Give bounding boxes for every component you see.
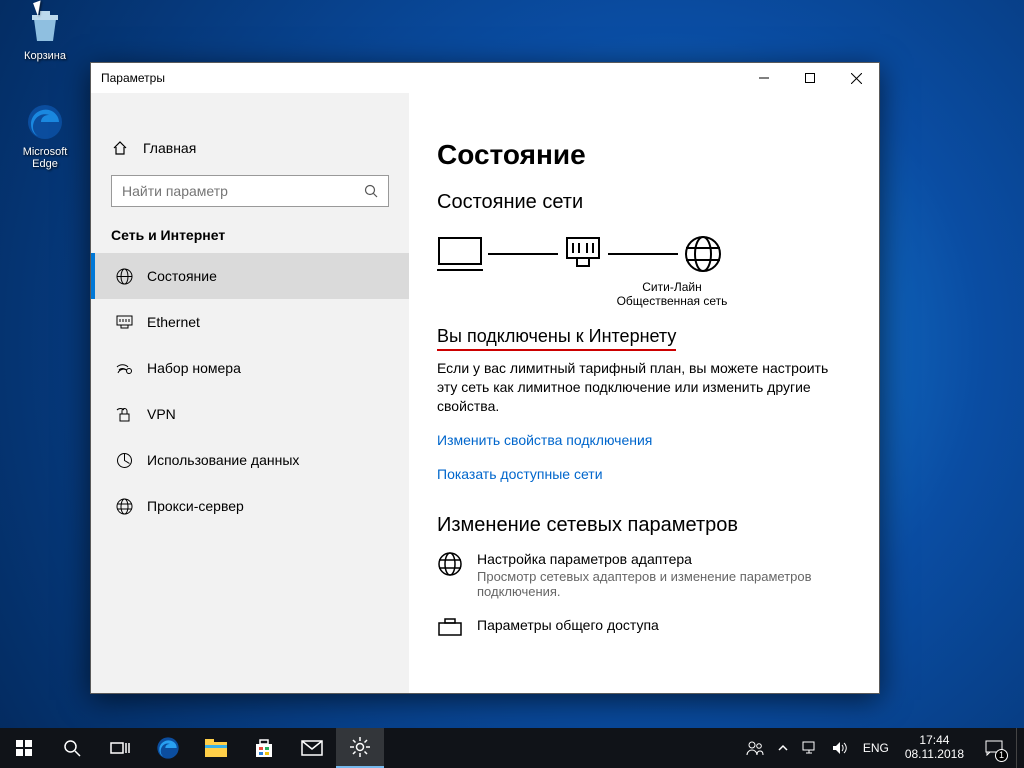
- tray-network-icon[interactable]: [796, 728, 824, 768]
- option-adapter-settings[interactable]: Настройка параметров адаптера Просмотр с…: [437, 551, 851, 599]
- tray-action-center[interactable]: 1: [974, 728, 1014, 768]
- desktop-icon-edge[interactable]: Microsoft Edge: [10, 102, 80, 170]
- option-title: Параметры общего доступа: [477, 617, 659, 633]
- nav-item-label: Состояние: [147, 268, 217, 284]
- task-view-button[interactable]: [96, 728, 144, 768]
- home-icon: [111, 139, 129, 157]
- section-heading: Состояние сети: [437, 191, 851, 214]
- edge-icon: [25, 102, 65, 142]
- dialup-icon: [115, 359, 133, 377]
- nav-vpn[interactable]: VPN: [91, 391, 409, 437]
- nav-proxy[interactable]: Прокси-сервер: [91, 483, 409, 529]
- notification-badge: 1: [995, 749, 1008, 762]
- tray-volume-icon[interactable]: [826, 728, 855, 768]
- section-heading-change-params: Изменение сетевых параметров: [437, 514, 851, 537]
- window-title: Параметры: [101, 71, 741, 85]
- search-input[interactable]: [122, 183, 364, 199]
- show-desktop-button[interactable]: [1016, 728, 1022, 768]
- option-title: Настройка параметров адаптера: [477, 551, 851, 567]
- taskbar-app-settings[interactable]: [336, 728, 384, 768]
- start-button[interactable]: [0, 728, 48, 768]
- tray-date: 08.11.2018: [905, 748, 964, 762]
- sharing-icon: [437, 617, 463, 639]
- option-sharing-settings[interactable]: Параметры общего доступа: [437, 617, 851, 639]
- tray-time: 17:44: [905, 734, 964, 748]
- globe-grid-icon: [115, 267, 133, 285]
- maximize-button[interactable]: [787, 63, 833, 93]
- internet-icon: [683, 234, 723, 274]
- taskbar-app-edge[interactable]: [144, 728, 192, 768]
- router-icon: [563, 236, 603, 272]
- tray-people-icon[interactable]: [740, 728, 770, 768]
- globe-icon: [115, 497, 133, 515]
- nav-item-label: Ethernet: [147, 314, 200, 330]
- connection-status-title: Вы подключены к Интернету: [437, 326, 676, 351]
- tray-chevron-up-icon[interactable]: [772, 728, 794, 768]
- titlebar[interactable]: Параметры: [91, 63, 879, 93]
- nav-item-label: VPN: [147, 406, 176, 422]
- data-usage-icon: [115, 451, 133, 469]
- vpn-icon: [115, 405, 133, 423]
- taskbar: ENG 17:44 08.11.2018 1: [0, 728, 1024, 768]
- nav-ethernet[interactable]: Ethernet: [91, 299, 409, 345]
- search-icon: [364, 184, 378, 198]
- network-type: Общественная сеть: [537, 294, 807, 308]
- sidebar-section-title: Сеть и Интернет: [91, 227, 409, 253]
- taskbar-app-mail[interactable]: [288, 728, 336, 768]
- settings-window: Параметры Главная: [90, 62, 880, 694]
- nav-item-label: Прокси-сервер: [147, 498, 244, 514]
- connection-status-desc: Если у вас лимитный тарифный план, вы мо…: [437, 359, 851, 416]
- nav-dialup[interactable]: Набор номера: [91, 345, 409, 391]
- tray-clock[interactable]: 17:44 08.11.2018: [897, 734, 972, 762]
- nav-status[interactable]: Состояние: [91, 253, 409, 299]
- close-button[interactable]: [833, 63, 879, 93]
- taskbar-app-explorer[interactable]: [192, 728, 240, 768]
- option-desc: Просмотр сетевых адаптеров и изменение п…: [477, 569, 851, 599]
- nav-data-usage[interactable]: Использование данных: [91, 437, 409, 483]
- nav-item-label: Набор номера: [147, 360, 241, 376]
- pc-icon: [437, 236, 483, 272]
- taskbar-search-button[interactable]: [48, 728, 96, 768]
- network-caption: Сити-Лайн Общественная сеть: [537, 280, 807, 308]
- desktop-icon-label: Microsoft Edge: [10, 146, 80, 170]
- network-name: Сити-Лайн: [537, 280, 807, 294]
- network-diagram: [437, 234, 851, 274]
- nav-home-label: Главная: [143, 140, 196, 156]
- taskbar-app-store[interactable]: [240, 728, 288, 768]
- desktop-icon-label: Корзина: [10, 50, 80, 62]
- nav-item-label: Использование данных: [147, 452, 299, 468]
- ethernet-icon: [115, 313, 133, 331]
- content-pane: Состояние Состояние сети Си: [409, 93, 879, 693]
- sidebar: Главная Сеть и Интернет Состояние: [91, 93, 409, 693]
- system-tray: ENG 17:44 08.11.2018 1: [740, 728, 1024, 768]
- page-heading: Состояние: [437, 139, 851, 171]
- minimize-button[interactable]: [741, 63, 787, 93]
- tray-language[interactable]: ENG: [857, 728, 895, 768]
- search-box[interactable]: [111, 175, 389, 207]
- link-show-available-networks[interactable]: Показать доступные сети: [437, 466, 603, 482]
- link-change-connection-properties[interactable]: Изменить свойства подключения: [437, 432, 652, 448]
- desktop: Корзина Microsoft Edge Параметры: [0, 0, 1024, 768]
- desktop-icon-recycle-bin[interactable]: Корзина: [10, 6, 80, 62]
- adapter-icon: [437, 551, 463, 599]
- nav-home[interactable]: Главная: [91, 139, 409, 175]
